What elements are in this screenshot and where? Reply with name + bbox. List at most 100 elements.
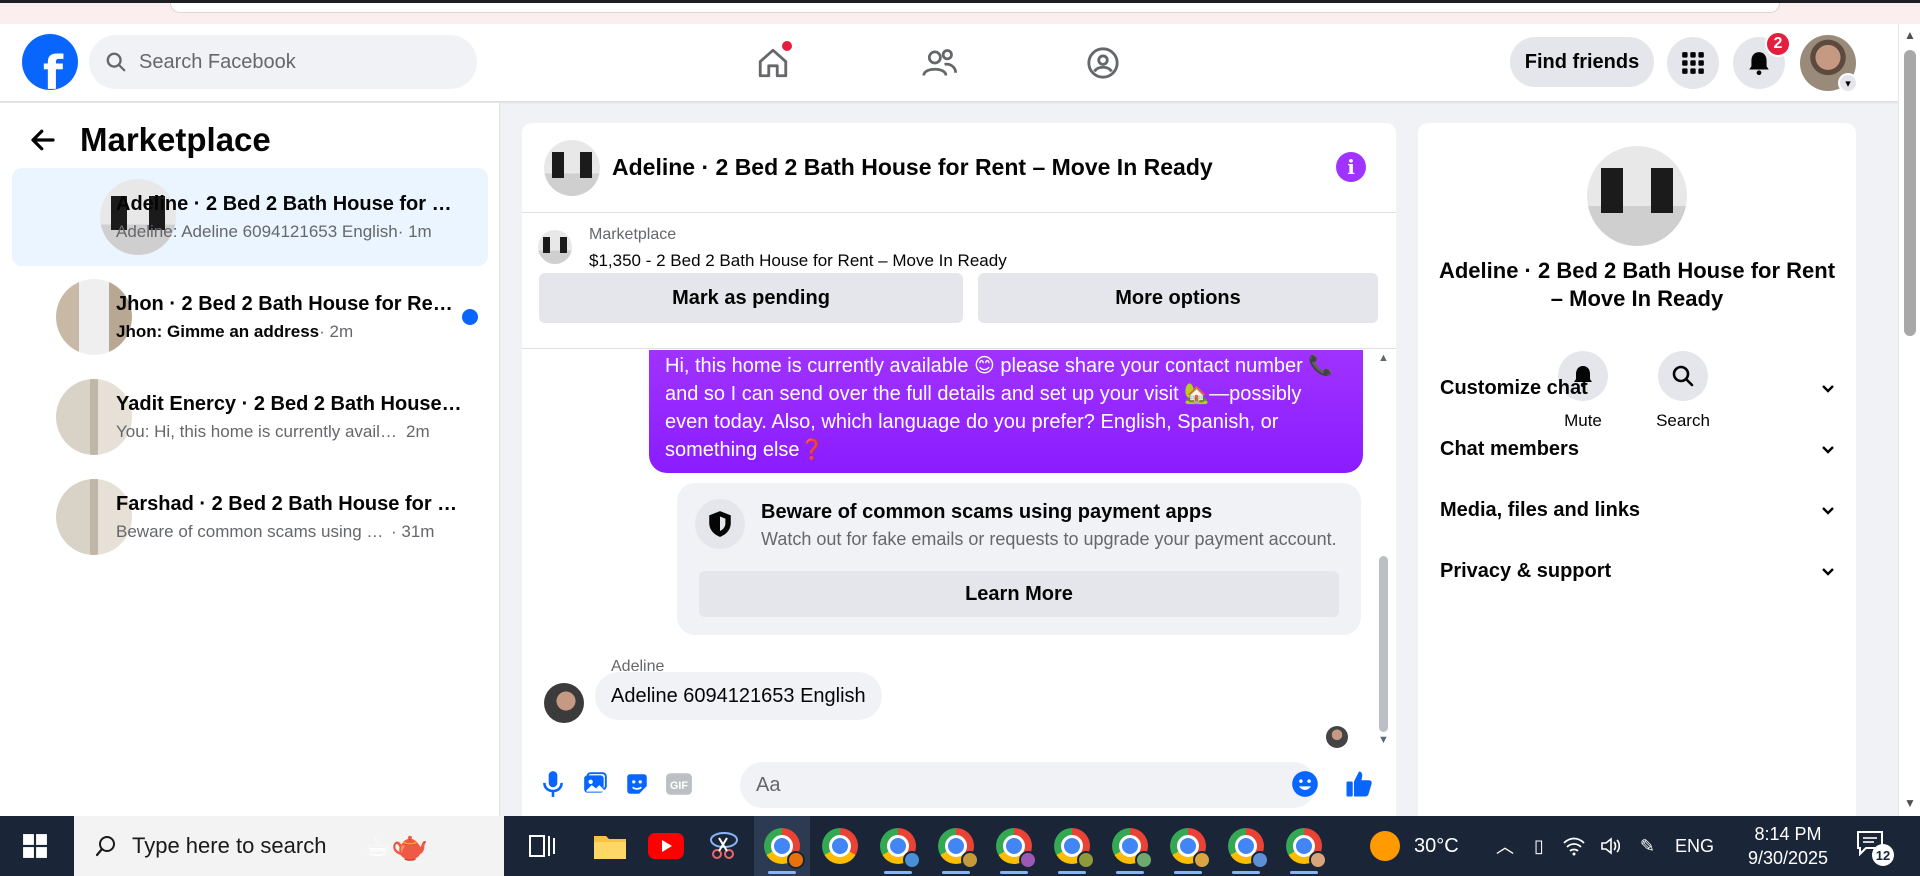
- details-title: Adeline · 2 Bed 2 Bath House for Rent – …: [1438, 258, 1836, 311]
- section-media-files-links[interactable]: Media, files and links: [1440, 485, 1836, 535]
- chevron-down-icon: ▾: [1838, 73, 1858, 93]
- chat-scrollbar-thumb[interactable]: [1379, 556, 1388, 732]
- chrome-app-3[interactable]: [870, 816, 926, 876]
- chat-title[interactable]: Adeline · 2 Bed 2 Bath House for Rent – …: [612, 154, 1213, 181]
- conversation-item[interactable]: Farshad · 2 Bed 2 Bath House for Rent – …: [12, 468, 488, 566]
- more-options-button[interactable]: More options: [978, 273, 1378, 323]
- weather-widget[interactable]: 30°C: [1370, 816, 1459, 876]
- windows-start-button[interactable]: [0, 816, 70, 876]
- scroll-up-arrow-icon[interactable]: ▲: [1904, 28, 1916, 42]
- learn-more-button[interactable]: Learn More: [699, 571, 1339, 617]
- message-composer: GIF: [522, 755, 1396, 816]
- chat-details-panel: Adeline · 2 Bed 2 Bath House for Rent – …: [1418, 123, 1856, 816]
- taskbar-search[interactable]: Type here to search ☕🫖: [74, 816, 504, 876]
- chat-header: Adeline · 2 Bed 2 Bath House for Rent – …: [522, 123, 1396, 213]
- chrome-app-8[interactable]: [1160, 816, 1216, 876]
- message-list[interactable]: Hi, this home is currently available 😊 p…: [522, 350, 1396, 750]
- chat-listing-thumbnail[interactable]: [544, 140, 600, 196]
- conversation-preview: You: Hi, this home is currently availabl…: [116, 421, 406, 441]
- folder-icon: [594, 836, 626, 859]
- task-view-button[interactable]: [514, 816, 570, 876]
- scroll-down-arrow-icon[interactable]: ▼: [1904, 796, 1916, 810]
- chrome-app-1[interactable]: [754, 816, 810, 876]
- notifications-button[interactable]: 2: [1733, 31, 1791, 89]
- chevron-down-icon: [1822, 568, 1834, 576]
- listing-banner: Marketplace $1,350 - 2 Bed 2 Bath House …: [522, 214, 1396, 349]
- chrome-icon: [938, 828, 979, 869]
- scroll-up-arrow-icon[interactable]: ▲: [1378, 352, 1389, 364]
- conversation-preview: Beware of common scams using payment app…: [116, 521, 391, 541]
- page-scrollbar[interactable]: ▲ ▼: [1898, 24, 1920, 816]
- sun-icon: [1370, 831, 1400, 861]
- search-input[interactable]: [139, 50, 439, 74]
- chrome-app-2[interactable]: [812, 816, 868, 876]
- taskbar-clock[interactable]: 8:14 PM 9/30/2025: [1740, 822, 1836, 870]
- sender-avatar[interactable]: [544, 683, 584, 723]
- home-icon: [758, 48, 788, 78]
- meet-now-icon[interactable]: ▯: [1534, 836, 1544, 857]
- listing-label: Marketplace: [589, 226, 677, 243]
- conversation-title: Farshad · 2 Bed 2 Bath House for Rent – …: [116, 492, 466, 515]
- chrome-app-9[interactable]: [1218, 816, 1274, 876]
- seen-indicator-avatar: [1326, 726, 1348, 748]
- conversation-item[interactable]: Yadit Enercy · 2 Bed 2 Bath House for Re…: [12, 368, 488, 466]
- section-customize-chat[interactable]: Customize chat: [1440, 363, 1836, 413]
- emoji-icon[interactable]: [1290, 769, 1320, 799]
- nav-groups[interactable]: [1078, 38, 1128, 88]
- conversation-item[interactable]: Adeline · 2 Bed 2 Bath House for Rent – …: [12, 168, 488, 266]
- notification-center[interactable]: 12: [1856, 830, 1894, 866]
- find-friends-button[interactable]: Find friends: [1510, 37, 1654, 87]
- conversation-preview: Jhon: Gimme an address: [116, 321, 320, 341]
- listing-small-thumbnail: [538, 230, 572, 264]
- chrome-app-7[interactable]: [1102, 816, 1158, 876]
- groups-icon: [1087, 47, 1119, 79]
- browser-address-area[interactable]: [170, 3, 1780, 13]
- sticker-icon[interactable]: [622, 769, 652, 799]
- chat-scrollbar[interactable]: ▲ ▼: [1375, 350, 1391, 750]
- conversation-time: · 1m: [397, 221, 432, 241]
- details-listing-thumbnail[interactable]: [1587, 146, 1687, 246]
- file-explorer-app[interactable]: [582, 816, 638, 876]
- temperature: 30°C: [1414, 834, 1459, 857]
- chrome-app-6[interactable]: [1044, 816, 1100, 876]
- chevron-down-icon: [1822, 507, 1834, 515]
- section-label: Customize chat: [1440, 376, 1588, 399]
- facebook-logo[interactable]: f: [22, 34, 78, 90]
- chrome-icon: [764, 828, 805, 869]
- chrome-app-4[interactable]: [928, 816, 984, 876]
- section-chat-members[interactable]: Chat members: [1440, 424, 1836, 474]
- bell-icon: [1749, 52, 1769, 76]
- facebook-header: f Find friends 2 ▾: [0, 24, 1898, 102]
- scam-warning-description: Watch out for fake emails or requests to…: [761, 529, 1337, 549]
- message-input[interactable]: [740, 762, 1316, 808]
- search-box[interactable]: [89, 35, 477, 89]
- chrome-app-5[interactable]: [986, 816, 1042, 876]
- snipping-tool-app[interactable]: [696, 816, 752, 876]
- scroll-down-arrow-icon[interactable]: ▼: [1378, 734, 1389, 746]
- section-label: Chat members: [1440, 437, 1579, 460]
- mark-pending-button[interactable]: Mark as pending: [539, 273, 963, 323]
- microphone-icon[interactable]: [538, 769, 568, 799]
- language-indicator[interactable]: ENG: [1675, 836, 1714, 857]
- youtube-app[interactable]: [638, 816, 694, 876]
- conversation-item[interactable]: Jhon · 2 Bed 2 Bath House for Rent – Mov…: [12, 268, 488, 366]
- thumbs-up-icon[interactable]: [1344, 769, 1374, 799]
- pen-icon[interactable]: ✎: [1640, 836, 1655, 857]
- sidebar-header: Marketplace: [28, 121, 271, 159]
- back-arrow-icon[interactable]: [28, 125, 58, 155]
- volume-icon[interactable]: [1600, 836, 1622, 856]
- page-scrollbar-thumb[interactable]: [1904, 50, 1916, 336]
- nav-home[interactable]: [748, 38, 798, 88]
- notification-count-badge: 12: [1872, 844, 1894, 866]
- conversation-time: 2m: [406, 421, 430, 441]
- account-avatar[interactable]: ▾: [1800, 35, 1858, 93]
- chrome-app-10[interactable]: [1276, 816, 1332, 876]
- info-icon[interactable]: i: [1336, 152, 1366, 182]
- wifi-icon[interactable]: [1562, 836, 1586, 856]
- menu-button[interactable]: [1667, 37, 1719, 89]
- gif-icon[interactable]: GIF: [664, 769, 694, 799]
- photo-icon[interactable]: [580, 769, 610, 799]
- chevron-up-icon[interactable]: ︿: [1496, 833, 1514, 859]
- nav-friends[interactable]: [914, 38, 964, 88]
- section-privacy-support[interactable]: Privacy & support: [1440, 546, 1836, 596]
